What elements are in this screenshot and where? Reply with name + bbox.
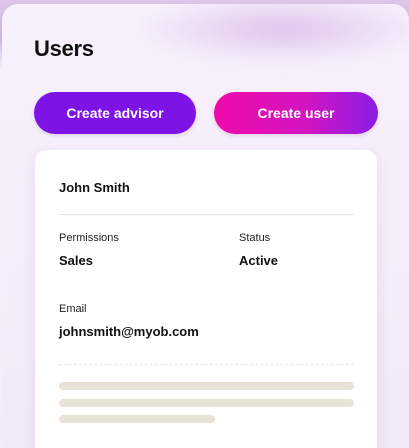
permissions-label: Permissions xyxy=(59,232,119,244)
skeleton-line xyxy=(59,399,354,407)
page-title: Users xyxy=(34,36,94,61)
email-label: Email xyxy=(59,303,87,315)
email-value: johnsmith@myob.com xyxy=(59,324,199,339)
status-value: Active xyxy=(239,253,279,268)
card-divider xyxy=(59,214,354,215)
skeleton-line xyxy=(59,382,354,390)
user-name: John Smith xyxy=(59,180,130,195)
decorative-glow xyxy=(132,4,409,64)
create-user-button[interactable]: Create user xyxy=(214,92,378,134)
status-label: Status xyxy=(239,232,271,244)
page-background: Users Create advisor Create user John Sm… xyxy=(0,0,409,448)
permissions-value: Sales xyxy=(59,253,93,268)
skeleton-line xyxy=(59,415,215,423)
card-dashed-divider xyxy=(59,364,354,365)
create-advisor-button[interactable]: Create advisor xyxy=(34,92,196,134)
user-card[interactable]: John Smith Permissions Sales Status Acti… xyxy=(35,150,377,448)
